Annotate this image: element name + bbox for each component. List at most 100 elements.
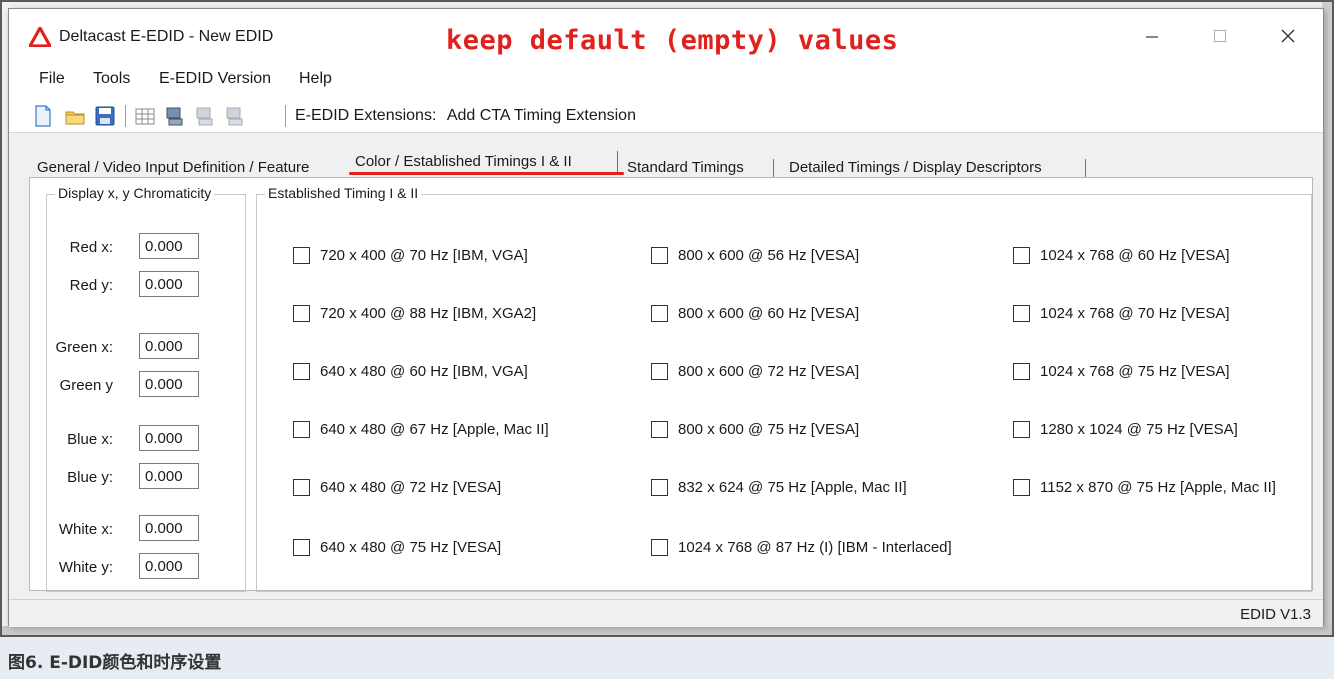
checkbox[interactable] [651, 305, 668, 322]
timing-checkbox-row[interactable]: 800 x 600 @ 72 Hz [VESA] [651, 363, 859, 380]
add-cta-extension-button[interactable]: Add CTA Timing Extension [447, 107, 636, 124]
timing-label: 800 x 600 @ 75 Hz [VESA] [678, 421, 860, 438]
tab-panel: Display x, y Chromaticity Red x: Red y: … [29, 177, 1313, 592]
timing-label: 1024 x 768 @ 60 Hz [VESA] [1040, 247, 1230, 264]
timing-checkbox-row[interactable]: 800 x 600 @ 56 Hz [VESA] [651, 247, 859, 264]
timing-checkbox-row[interactable]: 832 x 624 @ 75 Hz [Apple, Mac II] [651, 479, 907, 496]
title-bar: Deltacast E-EDID - New EDID keep default… [9, 9, 1323, 61]
checkbox[interactable] [293, 479, 310, 496]
menu-file[interactable]: File [39, 70, 65, 88]
established-timings-legend: Established Timing I & II [265, 185, 422, 201]
tab-general[interactable]: General / Video Input Definition / Featu… [37, 159, 309, 176]
status-bar: EDID V1.3 [9, 599, 1323, 627]
device-disabled-icon[interactable] [195, 105, 215, 127]
checkbox[interactable] [651, 421, 668, 438]
checkbox[interactable] [293, 539, 310, 556]
toolbar: E-EDID Extensions: Add CTA Timing Extens… [9, 99, 1323, 133]
device-icon[interactable] [165, 105, 185, 127]
checkbox[interactable] [293, 421, 310, 438]
checkbox[interactable] [1013, 479, 1030, 496]
green-y-field[interactable] [139, 371, 199, 397]
timing-checkbox-row[interactable]: 1280 x 1024 @ 75 Hz [VESA] [1013, 421, 1238, 438]
edid-version-status: EDID V1.3 [1240, 606, 1311, 623]
timing-label: 800 x 600 @ 56 Hz [VESA] [678, 247, 860, 264]
device-disabled-icon[interactable] [225, 105, 245, 127]
timing-checkbox-row[interactable]: 640 x 480 @ 60 Hz [IBM, VGA] [293, 363, 528, 380]
blue-x-label: Blue x: [67, 431, 113, 448]
timing-label: 1024 x 768 @ 70 Hz [VESA] [1040, 305, 1230, 322]
blue-y-field[interactable] [139, 463, 199, 489]
white-x-field[interactable] [139, 515, 199, 541]
timing-checkbox-row[interactable]: 1024 x 768 @ 75 Hz [VESA] [1013, 363, 1230, 380]
menu-help[interactable]: Help [299, 70, 332, 88]
tab-color-established[interactable]: Color / Established Timings I & II [355, 153, 572, 170]
red-x-label: Red x: [69, 239, 113, 256]
timing-checkbox-row[interactable]: 720 x 400 @ 88 Hz [IBM, XGA2] [293, 305, 536, 322]
checkbox[interactable] [293, 363, 310, 380]
checkbox[interactable] [1013, 247, 1030, 264]
timing-checkbox-row[interactable]: 1024 x 768 @ 70 Hz [VESA] [1013, 305, 1230, 322]
timing-checkbox-row[interactable]: 1152 x 870 @ 75 Hz [Apple, Mac II] [1013, 479, 1276, 496]
checkbox[interactable] [1013, 363, 1030, 380]
red-y-label: Red y: [69, 277, 113, 294]
chromaticity-group: Display x, y Chromaticity Red x: Red y: … [46, 185, 246, 592]
timing-checkbox-row[interactable]: 800 x 600 @ 75 Hz [VESA] [651, 421, 859, 438]
save-icon[interactable] [95, 105, 115, 127]
toolbar-separator [285, 105, 286, 127]
timing-checkbox-row[interactable]: 1024 x 768 @ 87 Hz (I) [IBM - Interlaced… [651, 539, 952, 556]
grid-view-icon[interactable] [135, 105, 155, 127]
checkbox[interactable] [651, 363, 668, 380]
red-y-field[interactable] [139, 271, 199, 297]
green-x-field[interactable] [139, 333, 199, 359]
minimize-button[interactable] [1129, 17, 1175, 55]
timing-label: 640 x 480 @ 75 Hz [VESA] [320, 539, 502, 556]
checkbox[interactable] [651, 247, 668, 264]
tab-separator [617, 151, 618, 173]
edid-extensions-label: E-EDID Extensions: Add CTA Timing Extens… [295, 107, 636, 125]
tab-detailed-timings[interactable]: Detailed Timings / Display Descriptors [789, 159, 1042, 176]
timing-label: 1280 x 1024 @ 75 Hz [VESA] [1040, 421, 1238, 438]
menu-bar: File Tools E-EDID Version Help [9, 61, 1323, 101]
timing-label: 720 x 400 @ 88 Hz [IBM, XGA2] [320, 305, 537, 322]
timing-checkbox-row[interactable]: 720 x 400 @ 70 Hz [IBM, VGA] [293, 247, 528, 264]
close-icon [1281, 29, 1295, 43]
timing-checkbox-row[interactable]: 800 x 600 @ 60 Hz [VESA] [651, 305, 859, 322]
green-y-label: Green y [59, 377, 113, 394]
chromaticity-legend: Display x, y Chromaticity [55, 185, 215, 201]
timing-checkbox-row[interactable]: 1024 x 768 @ 60 Hz [VESA] [1013, 247, 1230, 264]
blue-x-field[interactable] [139, 425, 199, 451]
menu-edid-version[interactable]: E-EDID Version [159, 70, 271, 88]
green-x-label: Green x: [55, 339, 113, 356]
white-y-field[interactable] [139, 553, 199, 579]
timing-label: 720 x 400 @ 70 Hz [IBM, VGA] [320, 247, 528, 264]
active-tab-highlight [349, 172, 624, 175]
checkbox[interactable] [293, 305, 310, 322]
checkbox[interactable] [1013, 305, 1030, 322]
figure-caption: 图6. E-DID颜色和时序设置 [8, 653, 222, 673]
maximize-button[interactable] [1197, 17, 1243, 55]
white-y-label: White y: [58, 559, 113, 576]
timing-label: 800 x 600 @ 60 Hz [VESA] [678, 305, 860, 322]
checkbox[interactable] [651, 539, 668, 556]
timing-checkbox-row[interactable]: 640 x 480 @ 72 Hz [VESA] [293, 479, 501, 496]
timing-checkbox-row[interactable]: 640 x 480 @ 67 Hz [Apple, Mac II] [293, 421, 549, 438]
new-file-icon[interactable] [33, 105, 53, 127]
checkbox[interactable] [651, 479, 668, 496]
timing-label: 800 x 600 @ 72 Hz [VESA] [678, 363, 860, 380]
timing-label: 1024 x 768 @ 75 Hz [VESA] [1040, 363, 1230, 380]
established-timings-group: Established Timing I & II 720 x 400 @ 70… [256, 185, 1312, 592]
close-button[interactable] [1265, 17, 1311, 55]
checkbox[interactable] [293, 247, 310, 264]
red-x-field[interactable] [139, 233, 199, 259]
blue-y-label: Blue y: [67, 469, 113, 486]
minimize-icon [1146, 36, 1158, 38]
open-folder-icon[interactable] [65, 105, 85, 127]
menu-tools[interactable]: Tools [93, 70, 130, 88]
white-x-label: White x: [58, 521, 113, 538]
background-window-edge [2, 626, 1332, 635]
checkbox[interactable] [1013, 421, 1030, 438]
maximize-icon [1214, 30, 1226, 42]
timing-checkbox-row[interactable]: 640 x 480 @ 75 Hz [VESA] [293, 539, 501, 556]
window-title: Deltacast E-EDID - New EDID [59, 28, 274, 45]
tab-standard-timings[interactable]: Standard Timings [627, 159, 744, 176]
